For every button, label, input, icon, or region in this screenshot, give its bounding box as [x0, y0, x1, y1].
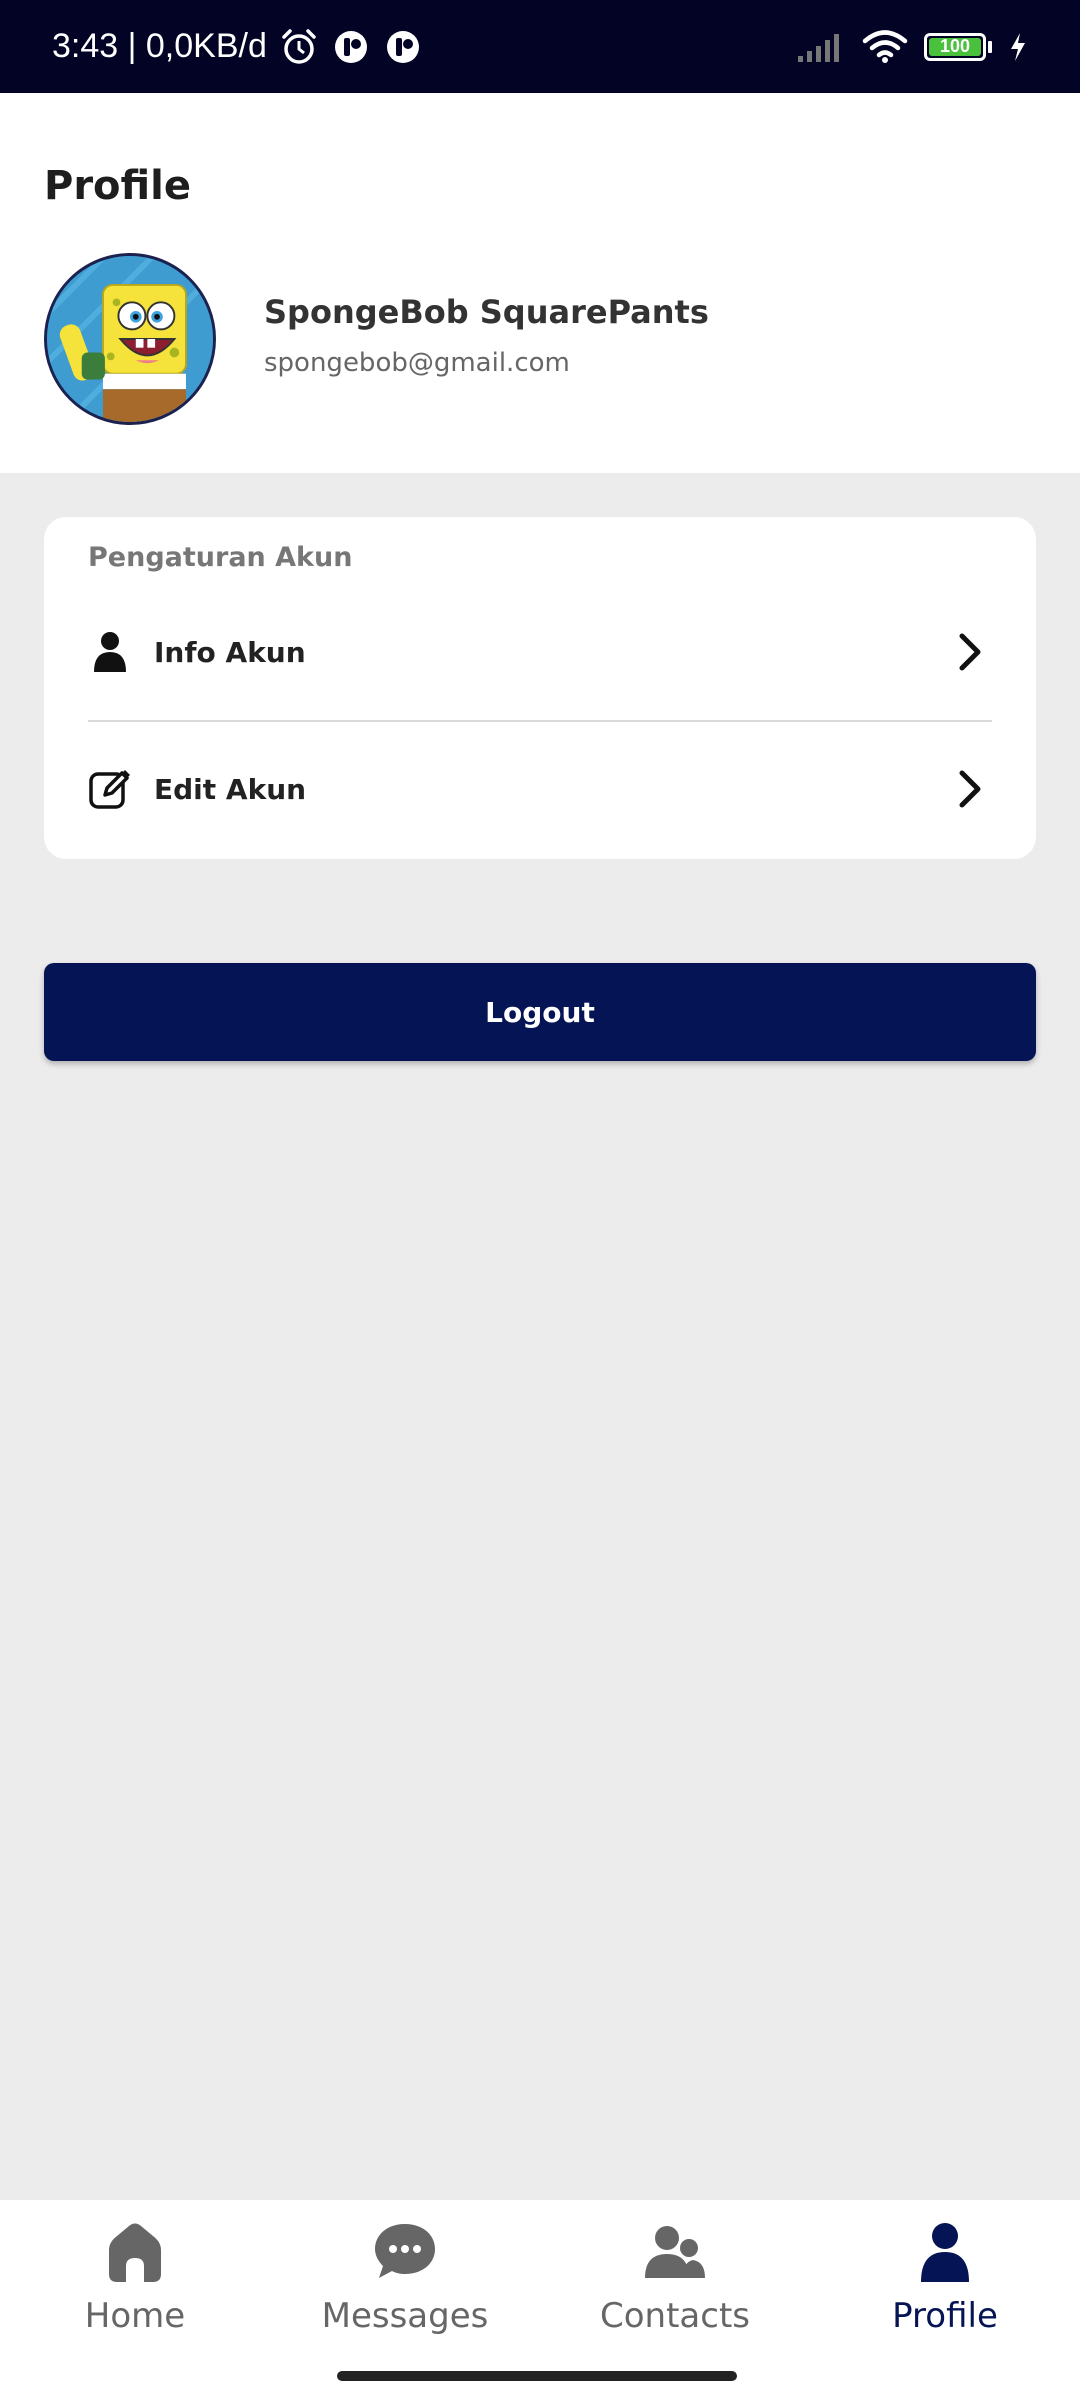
edit-icon	[88, 767, 132, 811]
info-akun-row[interactable]: Info Akun	[88, 602, 992, 702]
edit-akun-row[interactable]: Edit Akun	[88, 739, 992, 839]
account-settings-card: Pengaturan Akun Info Akun Edit Akun	[44, 517, 1036, 859]
status-time: 3:43 | 0,0KB/d	[52, 27, 267, 65]
logout-button[interactable]: Logout	[44, 963, 1036, 1061]
contacts-icon	[645, 2226, 705, 2278]
nav-home[interactable]: Home	[0, 2220, 270, 2340]
avatar	[44, 253, 216, 425]
profile-icon	[921, 2223, 969, 2282]
app-icon	[334, 30, 367, 63]
status-bar: 3:43 | 0,0KB/d 100	[0, 0, 1080, 93]
nav-contacts-label: Contacts	[600, 2296, 750, 2336]
nav-home-label: Home	[84, 2296, 186, 2336]
page-title: Profile	[44, 163, 192, 209]
nav-messages[interactable]: Messages	[270, 2220, 540, 2340]
chevron-right-icon	[948, 767, 992, 811]
info-akun-label: Info Akun	[154, 635, 306, 669]
battery-icon: 100	[924, 32, 986, 61]
battery-nub	[988, 40, 992, 53]
divider	[88, 720, 992, 722]
app-icon	[386, 30, 419, 63]
nav-contacts[interactable]: Contacts	[540, 2220, 810, 2340]
nav-profile[interactable]: Profile	[810, 2220, 1080, 2340]
signal-icon	[798, 33, 839, 62]
user-email: spongebob@gmail.com	[264, 348, 570, 378]
wifi-icon	[862, 29, 908, 63]
alarm-icon	[282, 28, 316, 64]
battery-level: 100	[939, 36, 971, 56]
bottom-nav: Home Messages Contacts Profile	[0, 2200, 1080, 2400]
home-indicator	[337, 2371, 737, 2381]
home-icon	[109, 2223, 161, 2282]
edit-akun-label: Edit Akun	[154, 772, 307, 806]
charging-icon	[1011, 32, 1025, 61]
account-settings-title: Pengaturan Akun	[88, 542, 353, 573]
chevron-right-icon	[948, 630, 992, 674]
user-name: SpongeBob SquarePants	[264, 293, 709, 331]
avatar-image	[47, 256, 213, 422]
chat-icon	[375, 2224, 435, 2278]
nav-profile-label: Profile	[892, 2296, 998, 2336]
person-icon	[88, 630, 132, 674]
nav-messages-label: Messages	[321, 2296, 489, 2336]
profile-header: Profile SpongeBob SquarePants spongebob@…	[0, 93, 1080, 473]
